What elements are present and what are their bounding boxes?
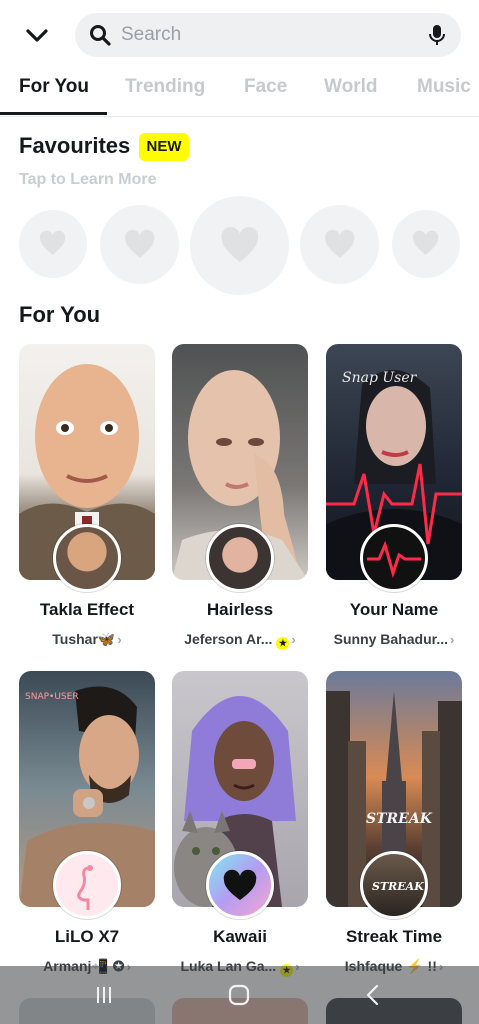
favourite-slot[interactable] bbox=[190, 196, 289, 295]
verified-star-icon: ★ bbox=[276, 637, 290, 650]
back-icon[interactable] bbox=[359, 980, 389, 1010]
microphone-icon[interactable] bbox=[425, 23, 449, 47]
heart-icon bbox=[223, 869, 257, 900]
search-bar[interactable] bbox=[75, 13, 461, 57]
creator-avatar[interactable]: STREAK bbox=[360, 851, 428, 919]
svg-text:SNAP•USER: SNAP•USER bbox=[25, 692, 79, 702]
tab-world[interactable]: World bbox=[324, 76, 377, 98]
tab-music[interactable]: Music bbox=[417, 76, 471, 98]
search-icon bbox=[90, 25, 111, 46]
heart-icon bbox=[221, 226, 258, 262]
category-tabs: For You Trending Face World Music bbox=[0, 70, 479, 116]
lens-author[interactable]: Sunny Bahadur... › bbox=[314, 631, 474, 647]
heart-icon bbox=[40, 231, 66, 256]
lens-name: Your Name bbox=[349, 600, 439, 619]
lens-name: Streak Time bbox=[345, 927, 443, 946]
learn-more-link[interactable]: Tap to Learn More bbox=[19, 171, 157, 189]
tab-trending[interactable]: Trending bbox=[125, 76, 205, 98]
author-name: Sunny Bahadur... bbox=[333, 631, 448, 647]
favourites-title: Favourites bbox=[19, 133, 131, 158]
creator-avatar[interactable] bbox=[206, 524, 274, 592]
author-name: Tushar🦋 bbox=[52, 631, 116, 647]
creator-avatar[interactable] bbox=[206, 851, 274, 919]
top-bar bbox=[0, 0, 479, 70]
lens-author[interactable]: Jeferson Ar... ★ › bbox=[160, 631, 320, 650]
lens-name: Kawaii bbox=[213, 927, 267, 946]
lens-name: Hairless bbox=[206, 600, 274, 619]
creator-avatar[interactable] bbox=[53, 851, 121, 919]
favourite-slot[interactable] bbox=[100, 205, 179, 284]
favourite-slot[interactable] bbox=[392, 210, 460, 278]
svg-text:STREAK: STREAK bbox=[366, 811, 433, 827]
streak-logo-icon: STREAK bbox=[372, 880, 424, 893]
tab-face[interactable]: Face bbox=[244, 76, 287, 98]
chevron-right-icon: › bbox=[117, 632, 122, 647]
svg-text:Snap User: Snap User bbox=[342, 370, 418, 386]
svg-text:STREAK: STREAK bbox=[372, 880, 424, 893]
divider bbox=[0, 116, 479, 117]
tab-for-you[interactable]: For You bbox=[19, 76, 89, 98]
lens-author[interactable]: Tushar🦋 › bbox=[7, 631, 167, 648]
home-icon[interactable] bbox=[224, 980, 254, 1010]
active-tab-indicator bbox=[0, 112, 107, 115]
system-nav-bar bbox=[0, 966, 479, 1024]
for-you-title: For You bbox=[19, 302, 101, 327]
chevron-down-icon[interactable] bbox=[22, 20, 52, 50]
heart-icon bbox=[324, 229, 355, 258]
heart-icon bbox=[124, 229, 155, 258]
favourite-slot[interactable] bbox=[19, 210, 87, 278]
search-input[interactable] bbox=[121, 19, 411, 51]
recents-icon[interactable] bbox=[89, 980, 119, 1010]
flamingo-icon bbox=[77, 865, 93, 910]
heart-icon bbox=[413, 231, 439, 256]
lens-name: LiLO X7 bbox=[54, 927, 120, 946]
heartbeat-icon bbox=[367, 540, 421, 579]
chevron-right-icon: › bbox=[450, 632, 455, 647]
favourite-slot[interactable] bbox=[300, 205, 379, 284]
author-name: Jeferson Ar... bbox=[184, 631, 273, 647]
creator-avatar[interactable] bbox=[360, 524, 428, 592]
creator-avatar[interactable] bbox=[53, 524, 121, 592]
new-badge: NEW bbox=[139, 133, 189, 161]
lens-name: Takla Effect bbox=[39, 600, 135, 619]
chevron-right-icon: › bbox=[291, 632, 296, 647]
